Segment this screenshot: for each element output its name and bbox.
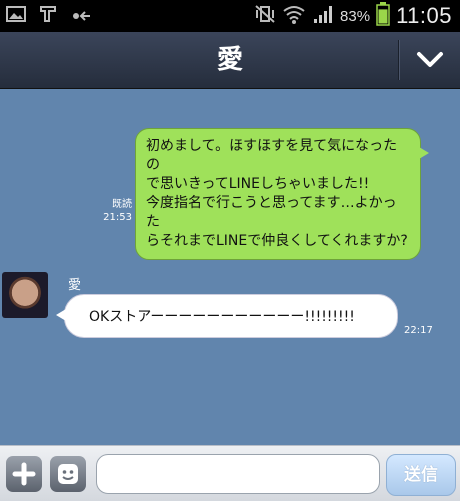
outgoing-meta: 既読 21:53 xyxy=(96,198,132,224)
menu-toggle-button[interactable] xyxy=(400,32,460,88)
chat-area[interactable]: 初めまして。ほすほすを見て気になったの で思いきってLINEしちゃいました!! … xyxy=(0,89,460,445)
input-bar: 送信 xyxy=(0,445,460,501)
signal-icon xyxy=(312,4,334,28)
message-line: 初めまして。ほすほすを見て気になったの xyxy=(146,138,398,173)
message-line: らそれまでLINEで仲良くしてくれますか? xyxy=(146,233,408,249)
notification-icons xyxy=(6,6,92,26)
battery-icon xyxy=(376,2,390,30)
status-bar: 83% 11:05 xyxy=(0,0,460,32)
sender-name: 愛 xyxy=(68,278,82,293)
clock: 11:05 xyxy=(396,3,452,28)
message-line: 今度指名で行こうと思ってます…よかった xyxy=(146,195,397,230)
send-button[interactable]: 送信 xyxy=(386,454,456,496)
message-time: 21:53 xyxy=(103,212,132,223)
chat-title: 愛 xyxy=(216,45,243,75)
message-line: で思いきってLINEしちゃいました!! xyxy=(146,176,370,192)
message-text: OKストアーーーーーーーーーーー!!!!!!!!! xyxy=(89,309,355,325)
outgoing-message[interactable]: 初めまして。ほすほすを見て気になったの で思いきってLINEしちゃいました!! … xyxy=(135,128,429,260)
header-divider xyxy=(398,40,399,80)
app-notification-icon xyxy=(38,4,58,28)
wifi-icon xyxy=(282,4,306,28)
incoming-message[interactable]: OKストアーーーーーーーーーーー!!!!!!!!! xyxy=(56,294,398,338)
plus-icon xyxy=(12,462,36,486)
message-time: 22:17 xyxy=(404,325,433,336)
chevron-down-icon xyxy=(417,52,443,67)
gallery-icon xyxy=(6,5,26,27)
chat-header: 愛 xyxy=(0,32,460,89)
vibrate-mute-icon xyxy=(254,4,276,28)
attach-button[interactable] xyxy=(6,456,42,492)
emoticon-icon xyxy=(58,464,78,484)
read-receipt: 既読 xyxy=(112,199,132,210)
avatar[interactable] xyxy=(2,272,48,318)
wink-icon xyxy=(70,7,92,26)
battery-percent: 83% xyxy=(340,7,371,25)
message-input[interactable] xyxy=(96,454,380,494)
sticker-button[interactable] xyxy=(50,456,86,492)
